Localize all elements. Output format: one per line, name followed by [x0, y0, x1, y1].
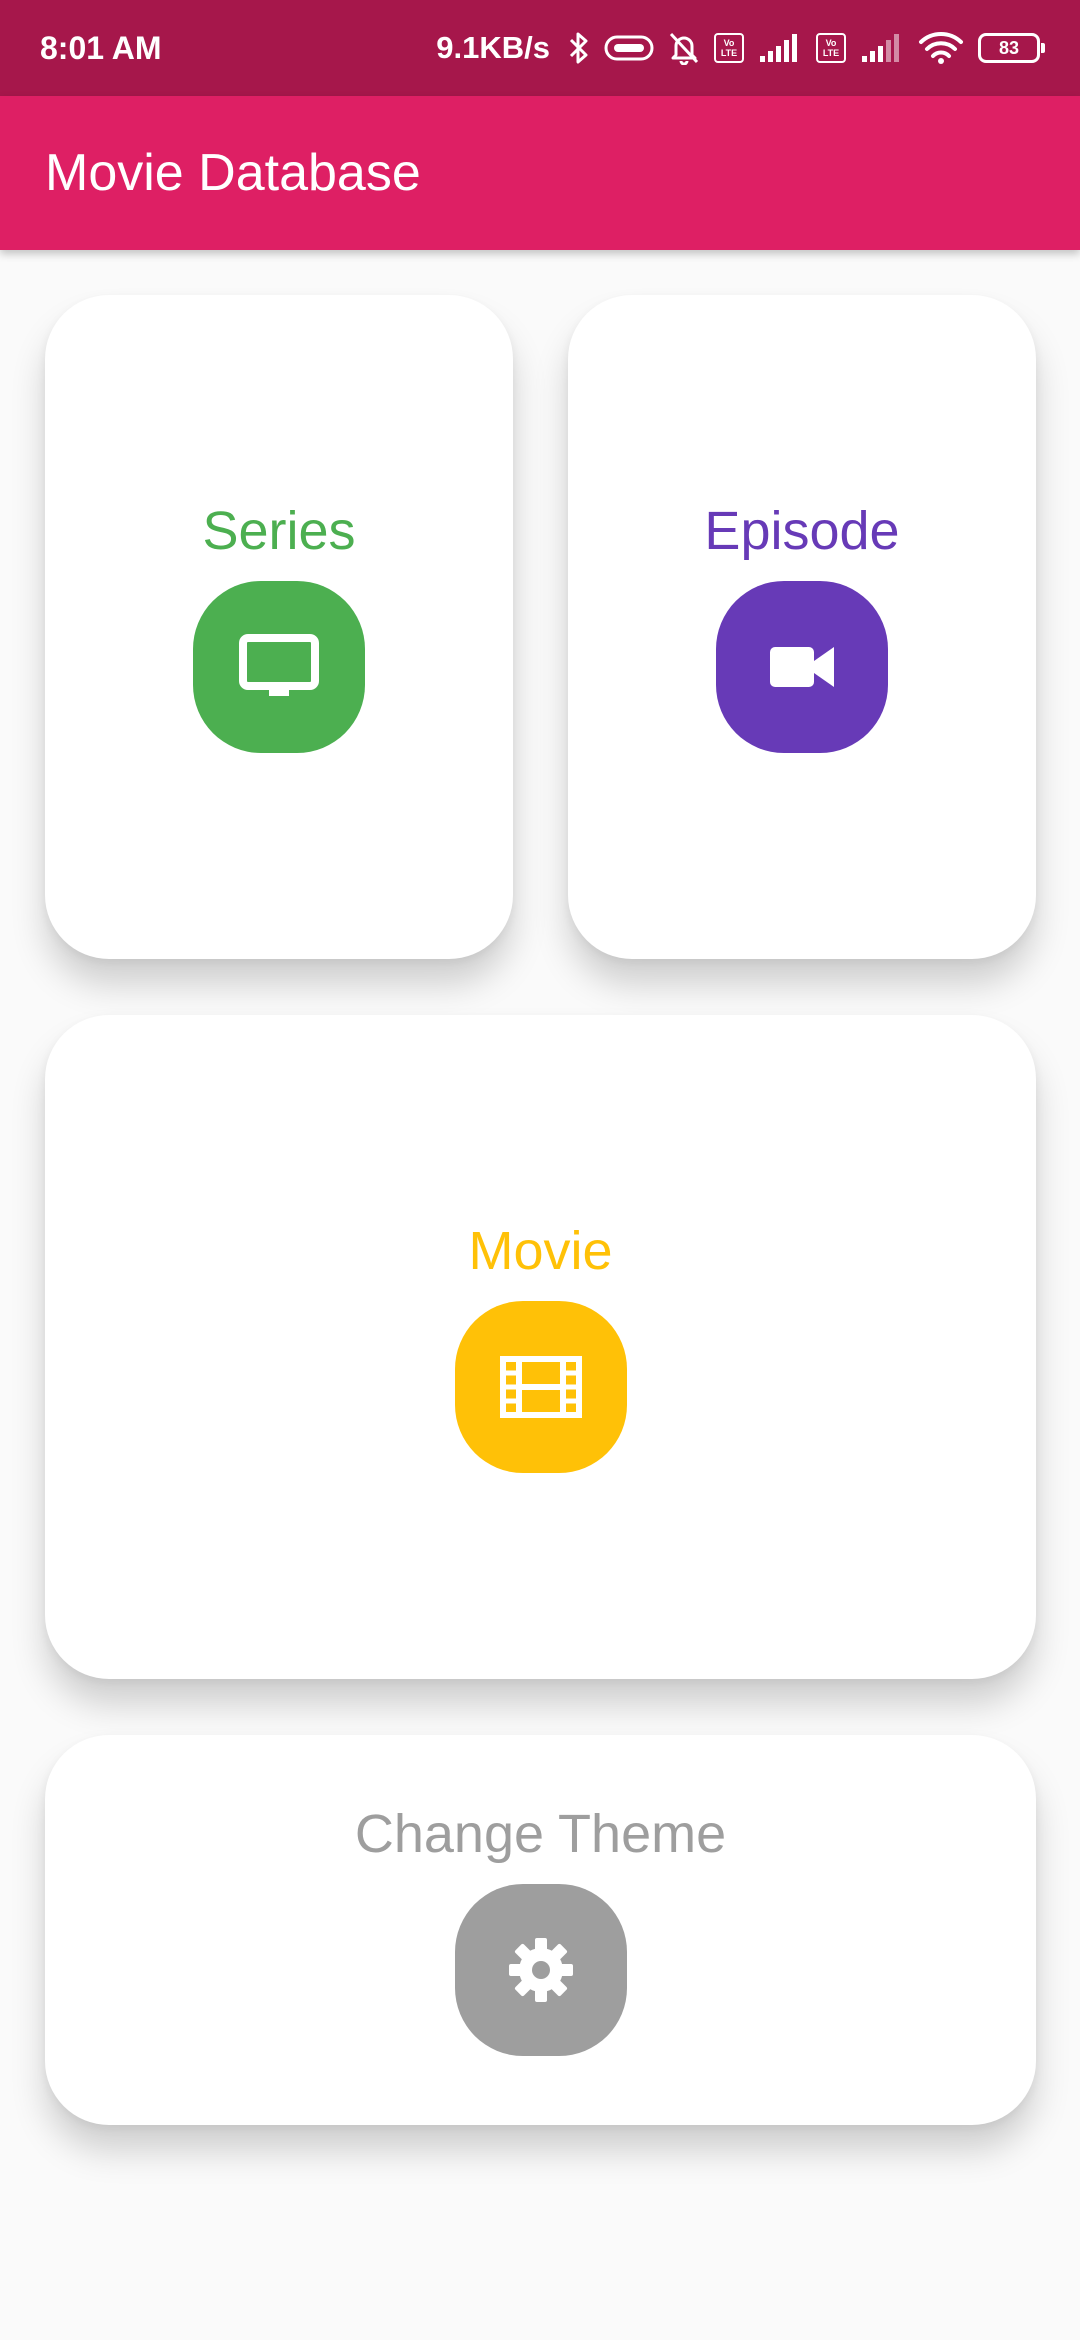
status-icons: 9.1KB/s Vo LTE Vo LTE 83 [436, 30, 1045, 66]
change-theme-icon-button[interactable] [454, 1884, 627, 2056]
signal-icon [758, 32, 802, 64]
series-icon-button[interactable] [193, 581, 365, 753]
app-title: Movie Database [45, 144, 421, 202]
movie-label: Movie [468, 1221, 613, 1281]
change-theme-label: Change Theme [354, 1804, 727, 1864]
battery-icon: 83 [978, 33, 1045, 63]
episode-label: Episode [704, 501, 900, 561]
status-bar: 8:01 AM 9.1KB/s Vo LTE Vo LTE 83 [0, 0, 1080, 96]
bluetooth-icon [568, 31, 590, 65]
app-bar: Movie Database [0, 96, 1080, 250]
episode-card[interactable]: Episode [568, 295, 1036, 959]
bell-off-icon [668, 31, 700, 65]
volte-icon: Vo LTE [714, 33, 744, 63]
status-time: 8:01 AM [40, 29, 162, 66]
episode-icon-button[interactable] [716, 581, 888, 753]
signal-icon [860, 32, 904, 64]
link-icon [604, 33, 654, 63]
movie-icon-button[interactable] [454, 1301, 627, 1473]
series-label: Series [202, 501, 356, 561]
change-theme-card[interactable]: Change Theme [45, 1735, 1036, 2125]
volte-icon: Vo LTE [816, 33, 846, 63]
tv-icon [239, 634, 319, 696]
wifi-icon [918, 31, 964, 65]
video-camera-icon [770, 647, 834, 687]
film-icon [499, 1356, 582, 1418]
movie-card[interactable]: Movie [45, 1015, 1036, 1679]
series-card[interactable]: Series [45, 295, 513, 959]
network-speed: 9.1KB/s [436, 30, 550, 65]
gear-icon [508, 1938, 573, 2002]
